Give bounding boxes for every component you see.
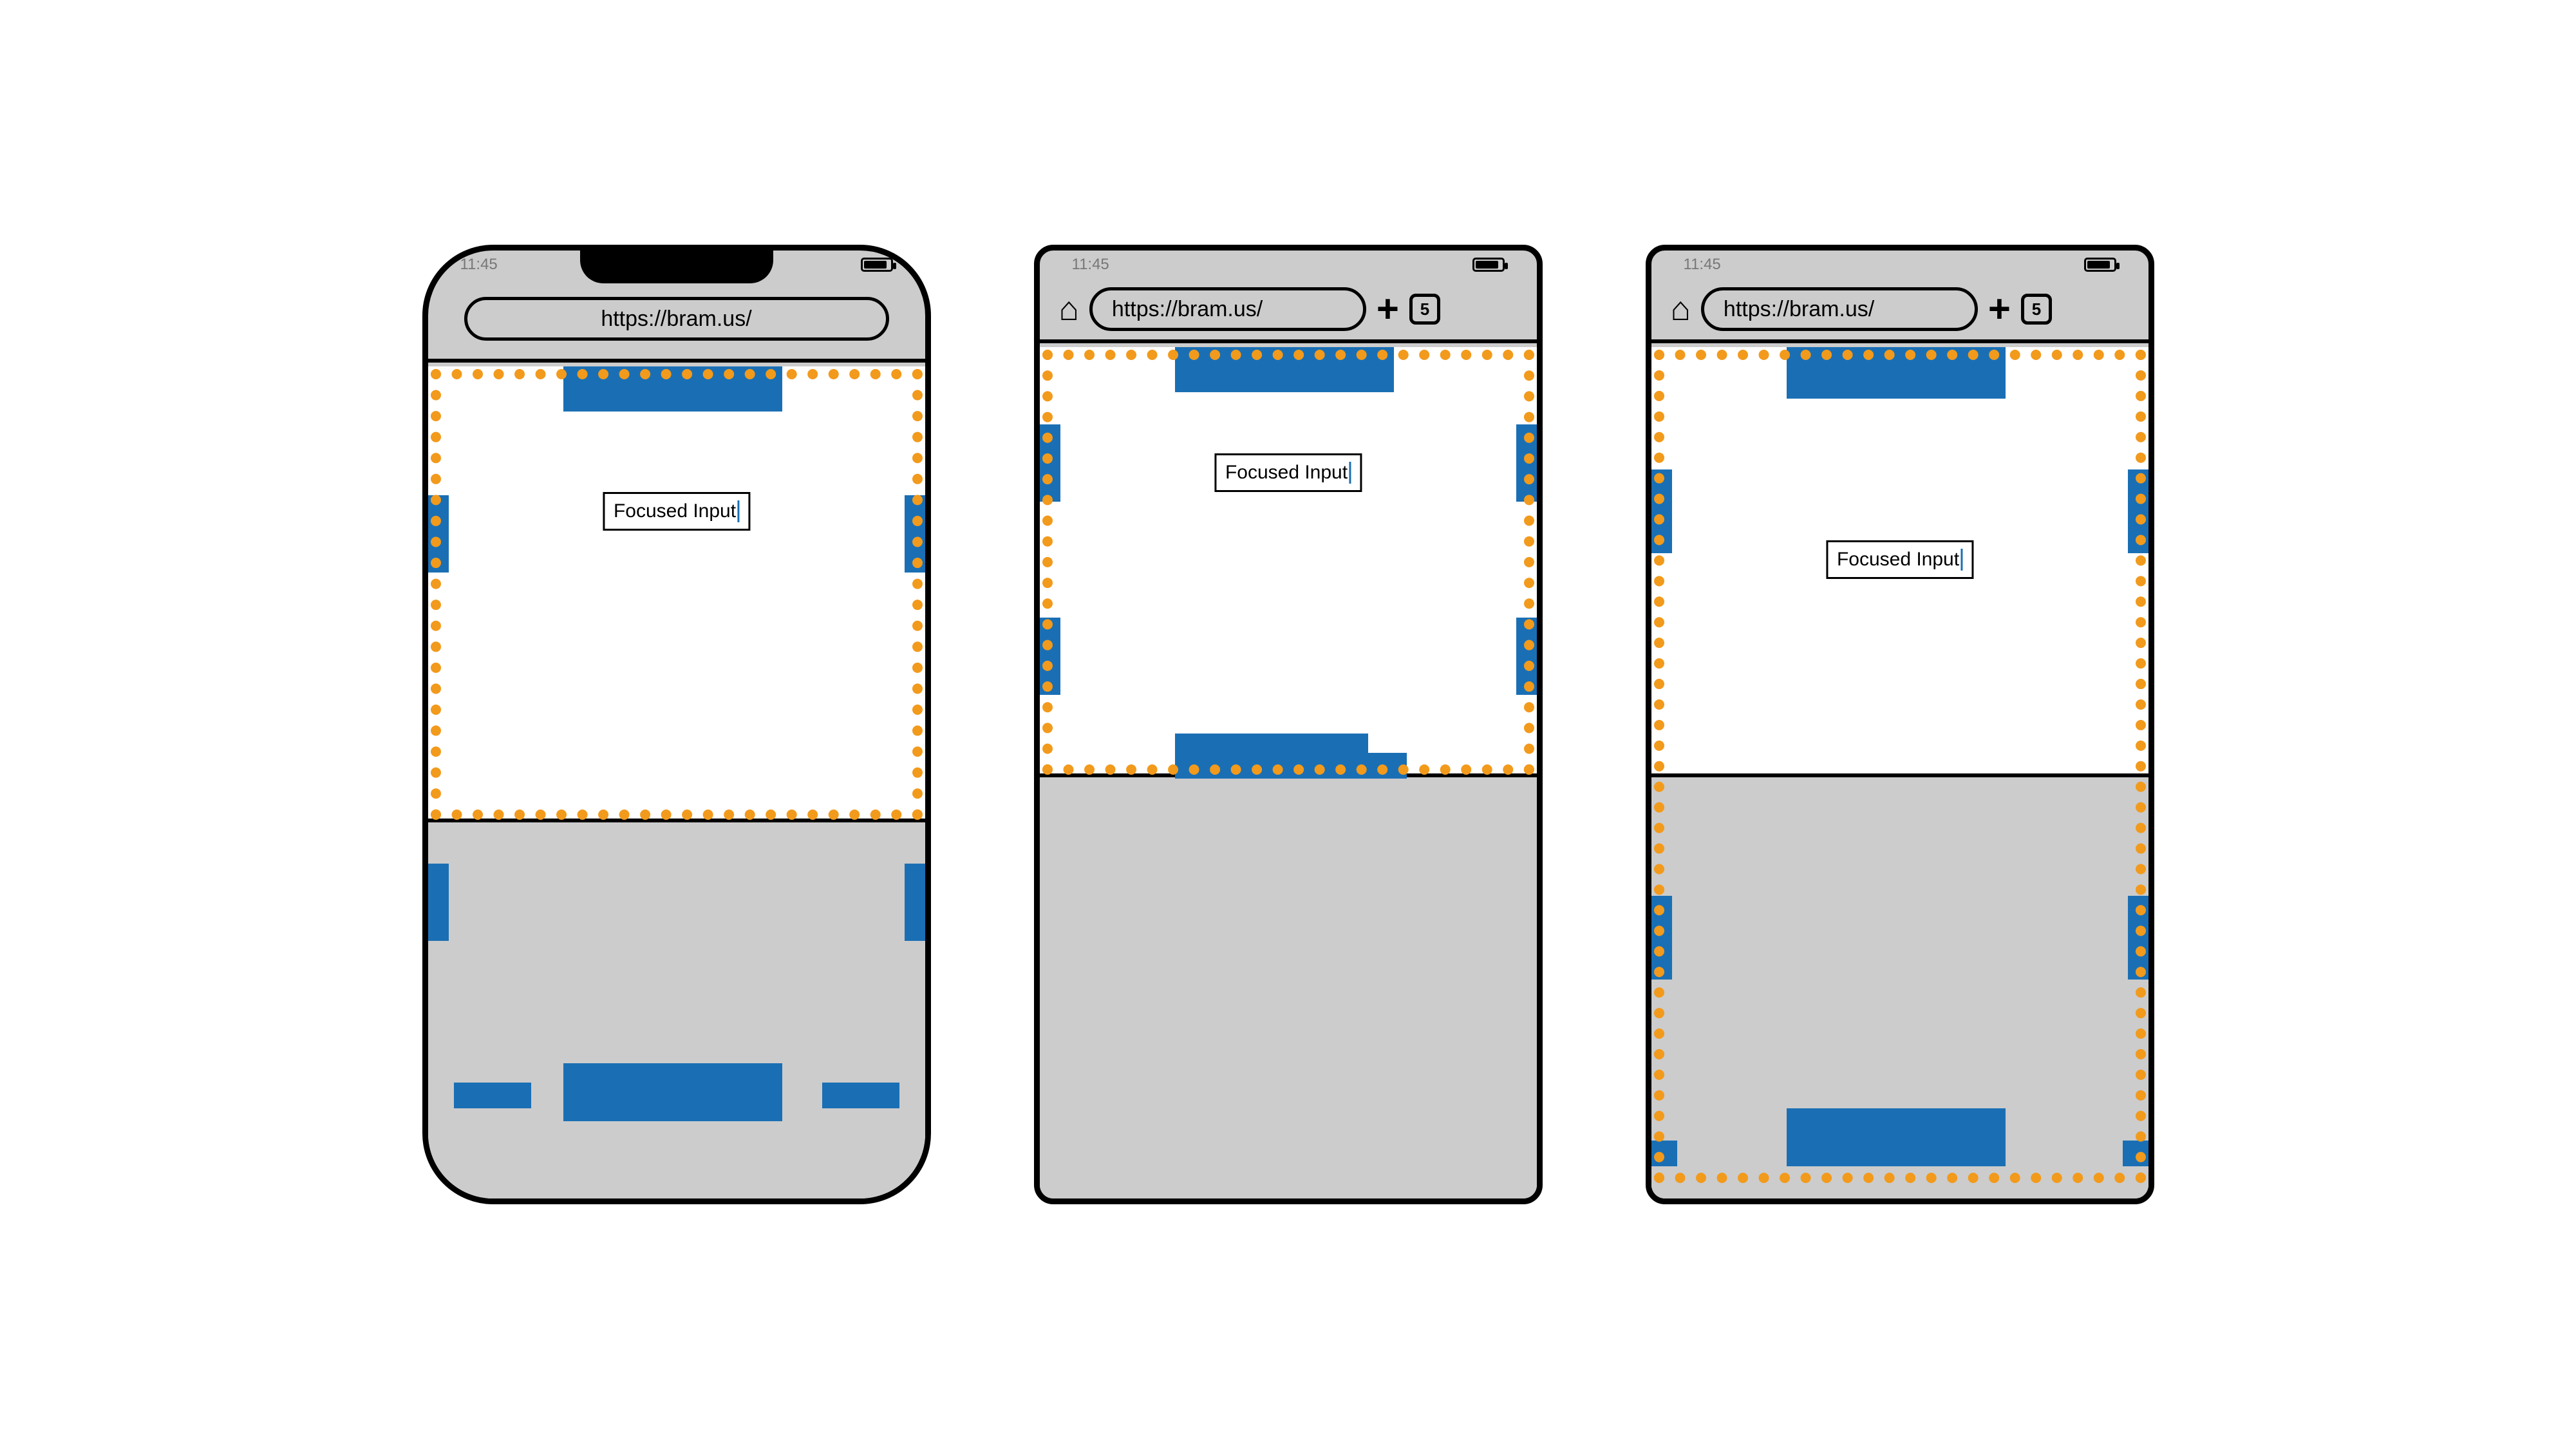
- fixed-element-right-upper: [2128, 469, 2148, 553]
- fixed-element-right-lower: [905, 864, 925, 941]
- url-text: https://bram.us/: [1112, 297, 1263, 322]
- page-viewport: Focused Input: [1040, 347, 1537, 1198]
- new-tab-icon[interactable]: +: [1988, 290, 2011, 328]
- battery-icon: [861, 258, 893, 272]
- input-value: Focused Input: [614, 500, 736, 522]
- fixed-element-left-upper: [428, 495, 449, 573]
- fixed-element-right-upper: [1516, 424, 1537, 502]
- tab-count-badge[interactable]: 5: [1409, 294, 1440, 325]
- fixed-element-right-lower: [1516, 618, 1537, 695]
- battery-icon: [2084, 258, 2116, 272]
- input-value: Focused Input: [1225, 462, 1348, 484]
- battery-icon: [1472, 258, 1505, 272]
- tab-count-value: 5: [2032, 299, 2041, 319]
- fixed-element-left-upper: [1040, 424, 1060, 502]
- new-tab-icon[interactable]: +: [1377, 290, 1399, 328]
- virtual-keyboard[interactable]: [1040, 773, 1537, 1198]
- fixed-element-left-lower: [428, 864, 449, 941]
- fixed-element-bottom: [1787, 1108, 2006, 1166]
- fixed-element-left-lower: [1040, 618, 1060, 695]
- status-time: 11:45: [1072, 256, 1109, 274]
- url-bar[interactable]: https://bram.us/: [464, 297, 889, 341]
- diagram-row: 11:45 https://bram.us/ Focused Input: [422, 245, 2154, 1204]
- home-icon[interactable]: ⌂: [1059, 292, 1079, 326]
- focused-input[interactable]: Focused Input: [603, 492, 750, 531]
- url-bar[interactable]: https://bram.us/: [1701, 287, 1978, 331]
- fixed-element-left-upper: [1651, 469, 1672, 553]
- device-notch: [580, 245, 773, 283]
- home-icon[interactable]: ⌂: [1671, 292, 1691, 326]
- page-viewport: Focused Input: [1651, 347, 2148, 1198]
- fixed-element-bottom: [1175, 734, 1368, 779]
- input-value: Focused Input: [1837, 549, 1959, 571]
- fixed-element-top: [563, 366, 782, 412]
- phone-mockup-2: 11:45 ⌂ https://bram.us/ + 5: [1034, 245, 1543, 1204]
- fixed-element-corner-right: [2123, 1141, 2148, 1166]
- focused-input[interactable]: Focused Input: [1214, 453, 1362, 492]
- fixed-element-bottom-right: [822, 1083, 899, 1108]
- focused-input[interactable]: Focused Input: [1826, 540, 1973, 579]
- fixed-element-bottom-left: [454, 1083, 531, 1108]
- url-text: https://bram.us/: [1724, 297, 1874, 322]
- browser-toolbar: ⌂ https://bram.us/ + 5: [1040, 279, 1537, 343]
- fixed-element-right-upper: [905, 495, 925, 573]
- text-caret: [1349, 462, 1351, 484]
- page-viewport: Focused Input: [428, 366, 925, 1198]
- fixed-element-bottom: [563, 1063, 782, 1121]
- visual-viewport-outline: [1042, 350, 1534, 775]
- fixed-element-left-lower: [1651, 896, 1672, 980]
- status-time: 11:45: [1684, 256, 1721, 274]
- status-time: 11:45: [460, 256, 498, 274]
- tab-count-value: 5: [1420, 299, 1429, 319]
- text-caret: [737, 500, 739, 522]
- virtual-keyboard[interactable]: [428, 819, 925, 1198]
- phone-mockup-1: 11:45 https://bram.us/ Focused Input: [422, 245, 931, 1204]
- fixed-element-corner-left: [1651, 1141, 1677, 1166]
- browser-toolbar: https://bram.us/: [428, 279, 925, 363]
- url-text: https://bram.us/: [601, 307, 751, 332]
- status-bar: 11:45: [1040, 251, 1537, 279]
- fixed-element-top: [1787, 347, 2006, 399]
- browser-toolbar: ⌂ https://bram.us/ + 5: [1651, 279, 2148, 343]
- phone-mockup-3: 11:45 ⌂ https://bram.us/ + 5 Focused Inp…: [1646, 245, 2154, 1204]
- fixed-element-bottom-step: [1368, 753, 1407, 779]
- visual-viewport-outline: [431, 369, 923, 820]
- fixed-element-right-lower: [2128, 896, 2148, 980]
- tab-count-badge[interactable]: 5: [2021, 294, 2052, 325]
- url-bar[interactable]: https://bram.us/: [1089, 287, 1366, 331]
- fixed-element-top: [1175, 347, 1394, 392]
- text-caret: [1960, 549, 1962, 571]
- status-bar: 11:45: [1651, 251, 2148, 279]
